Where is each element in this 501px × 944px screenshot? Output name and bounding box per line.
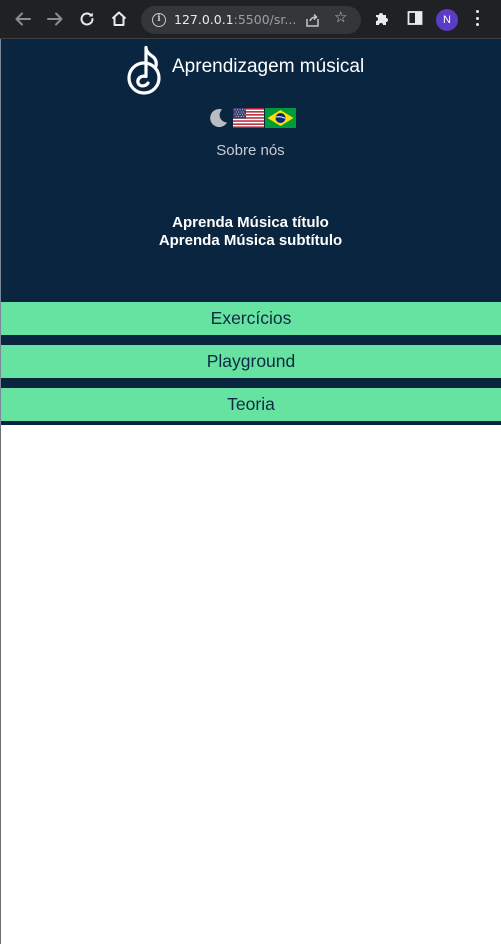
about-link[interactable]: Sobre nós: [0, 142, 501, 159]
back-arrow-icon[interactable]: [12, 8, 34, 30]
browser-toolbar: i 127.0.0.1:5500/sr... ☆ N: [0, 0, 501, 39]
home-icon[interactable]: [108, 8, 130, 30]
nav-playground-button[interactable]: Playground: [1, 345, 501, 378]
bookmark-star-icon[interactable]: ☆: [334, 10, 347, 25]
side-panel-icon[interactable]: [406, 9, 424, 31]
music-note-icon: [127, 45, 161, 95]
page-body: [0, 425, 501, 944]
site-info-icon[interactable]: i: [152, 13, 166, 27]
hero-subtitle: Aprenda Música subtítulo: [158, 232, 343, 249]
us-flag-icon[interactable]: [233, 108, 264, 128]
brand[interactable]: Aprendizagem músical: [126, 44, 364, 96]
profile-avatar[interactable]: N: [436, 9, 458, 31]
main-nav: Exercícios Playground Teoria: [1, 302, 501, 421]
share-icon[interactable]: [305, 13, 319, 27]
url-path: :5500/sr...: [233, 12, 297, 27]
site-title: Aprendizagem músical: [172, 56, 365, 77]
moon-icon[interactable]: [207, 107, 229, 129]
hero-title: Aprenda Música título: [172, 214, 329, 231]
forward-arrow-icon[interactable]: [44, 8, 66, 30]
hero: Aprenda Música título Aprenda Música sub…: [0, 214, 501, 250]
nav-exercicios-button[interactable]: Exercícios: [1, 302, 501, 335]
extensions-puzzle-icon[interactable]: [373, 9, 391, 31]
url-text[interactable]: 127.0.0.1:5500/sr...: [174, 12, 296, 27]
reload-icon[interactable]: [76, 8, 98, 30]
browser-menu-icon[interactable]: [476, 10, 480, 30]
url-host: 127.0.0.1: [174, 12, 234, 27]
header-controls: [207, 107, 296, 129]
page-header-section: Aprendizagem músical Sobre nós Aprenda M…: [0, 39, 501, 425]
brazil-flag-icon[interactable]: [265, 108, 296, 128]
address-bar[interactable]: i 127.0.0.1:5500/sr... ☆: [141, 6, 361, 34]
nav-teoria-button[interactable]: Teoria: [1, 388, 501, 421]
